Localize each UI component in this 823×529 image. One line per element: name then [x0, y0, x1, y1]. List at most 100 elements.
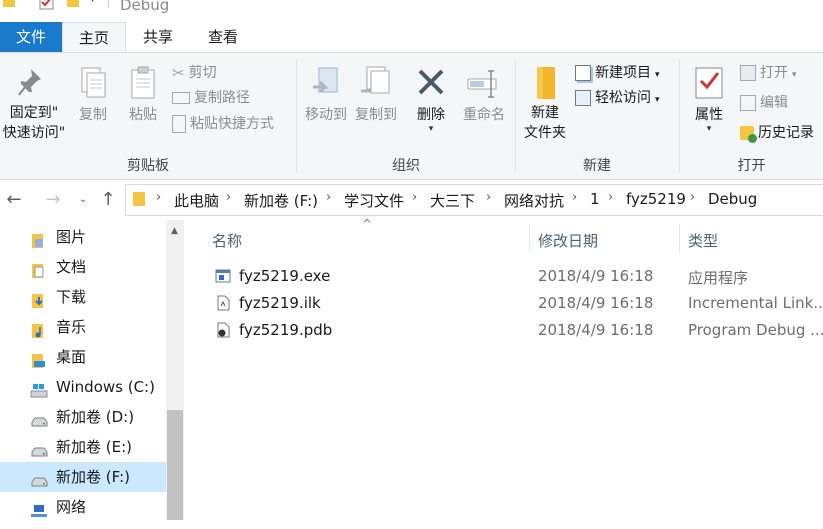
pin-label-line1: 固定到" [9, 105, 59, 121]
breadcrumb-item[interactable]: 网络对抗 [504, 190, 564, 211]
column-header-modified[interactable]: 修改日期 [538, 230, 598, 251]
copy-to-button[interactable]: 复制到 [352, 65, 400, 125]
paste-label: 粘贴 [129, 107, 157, 123]
cut-label: 剪切 [188, 65, 217, 81]
paste-button[interactable]: 粘贴 [122, 65, 164, 125]
sort-ascending-icon: ^ [362, 217, 373, 231]
nav-item[interactable]: 文档 [0, 252, 166, 282]
breadcrumb-separator-icon[interactable]: › [156, 190, 161, 205]
file-type: Incremental Link... [688, 294, 823, 312]
rename-button[interactable]: 重命名 [458, 65, 510, 125]
file-row[interactable]: fyz5219.pdb 2018/4/9 16:18 Program Debug .… [184, 317, 823, 344]
breadcrumb-item[interactable]: 大三下 [430, 190, 475, 211]
open-button[interactable]: 打开 ▾ [740, 61, 797, 85]
breadcrumb-item[interactable]: 新加卷 (F:) [244, 190, 318, 211]
easy-access-icon [575, 90, 591, 106]
history-button[interactable]: 历史记录 [740, 121, 814, 145]
breadcrumb-item[interactable]: Debug [708, 190, 757, 208]
scroll-up-icon[interactable]: ▲ [171, 226, 178, 236]
properties-label: 属性 [695, 107, 723, 123]
up-arrow-icon[interactable]: ↑ [97, 188, 119, 212]
new-folder-label-line1: 新建 [531, 105, 559, 121]
new-folder-icon [537, 67, 555, 99]
nav-item[interactable]: 下载 [0, 282, 166, 312]
breadcrumb-separator-icon[interactable]: › [572, 190, 577, 205]
breadcrumb-separator-icon[interactable]: › [690, 190, 695, 205]
clipboard-group-label: 剪贴板 [127, 158, 169, 174]
window-title: Debug [120, 0, 170, 14]
breadcrumb-item[interactable]: 此电脑 [174, 190, 219, 211]
pin-icon [18, 69, 41, 96]
copy-to-icon [361, 66, 390, 94]
column-header-name[interactable]: 名称 [212, 230, 242, 251]
nav-item[interactable]: 图片 [0, 222, 166, 252]
customize-quick-access-icon[interactable]: ▾ [90, 0, 95, 5]
new-item-button[interactable]: 新建项目 ▾ [575, 61, 660, 85]
nav-item[interactable]: 新加卷 (E:) [0, 432, 166, 462]
column-divider[interactable] [679, 224, 680, 252]
column-header-type[interactable]: 类型 [688, 230, 718, 251]
scrollbar-thumb[interactable] [167, 410, 183, 520]
breadcrumb-separator-icon[interactable]: › [608, 190, 613, 205]
nav-item[interactable]: 桌面 [0, 342, 166, 372]
move-to-label: 移动到 [305, 107, 347, 123]
nav-item[interactable]: Windows (C:) [0, 372, 166, 402]
breadcrumb-item[interactable]: 学习文件 [344, 190, 404, 211]
file-type: 应用程序 [688, 269, 749, 287]
pin-to-quick-access-button[interactable]: 固定到" 快速访问" [0, 65, 68, 143]
tab-view[interactable]: 查看 [192, 22, 254, 52]
copy-path-button[interactable]: 复制路径 [172, 86, 250, 110]
open-label: 打开 [760, 65, 788, 81]
file-list: ^ 名称 修改日期 类型 fyz5219.exe 2018/4/9 16:18 应用… [184, 217, 823, 520]
nav-item[interactable]: 网络 [0, 492, 166, 522]
delete-dropdown-icon[interactable]: ▾ [410, 125, 452, 134]
breadcrumb-item[interactable]: fyz5219 [626, 190, 686, 208]
recent-locations-chevron-icon[interactable]: ⌄ [72, 188, 94, 212]
properties-dropdown-icon[interactable]: ▾ [686, 125, 732, 134]
file-row[interactable]: fyz5219.exe 2018/4/9 16:18 应用程序 [184, 263, 823, 290]
forward-arrow-icon[interactable]: → [42, 188, 64, 212]
paste-icon [131, 66, 155, 99]
edit-button[interactable]: 编辑 [740, 91, 788, 115]
new-folder-button[interactable]: 新建 文件夹 [520, 65, 570, 143]
copy-button[interactable]: 复制 [72, 65, 114, 125]
breadcrumb-item[interactable]: 1 [590, 190, 600, 208]
copy-icon [81, 67, 106, 98]
nav-item[interactable]: 音乐 [0, 312, 166, 342]
group-separator [296, 59, 297, 173]
properties-button[interactable]: 属性 ▾ [686, 65, 732, 134]
breadcrumb-separator-icon[interactable]: › [412, 190, 417, 205]
cut-button[interactable]: ✂ 剪切 [172, 61, 217, 85]
move-to-button[interactable]: 移动到 [302, 65, 350, 125]
easy-access-button[interactable]: 轻松访问 ▾ [575, 86, 660, 110]
breadcrumb-separator-icon[interactable]: › [486, 190, 491, 205]
new-folder-quick-icon[interactable] [66, 0, 80, 8]
copy-path-icon [172, 92, 190, 104]
nav-item[interactable]: 新加卷 (F:) [0, 462, 166, 492]
delete-label: 删除 [417, 107, 445, 123]
column-divider[interactable] [529, 224, 530, 252]
tab-file[interactable]: 文件 [0, 22, 62, 52]
breadcrumb-separator-icon[interactable]: › [326, 190, 331, 205]
rename-icon [467, 70, 497, 98]
file-name: fyz5219.ilk [239, 294, 321, 312]
nav-pane-scrollbar[interactable]: ▲ [166, 220, 184, 520]
delete-button[interactable]: 删除 ▾ [410, 65, 452, 134]
back-arrow-icon[interactable]: ← [3, 188, 25, 212]
file-name: fyz5219.pdb [239, 321, 333, 339]
tab-share[interactable]: 共享 [130, 22, 186, 52]
properties-quick-icon[interactable] [38, 0, 56, 12]
address-bar[interactable]: › 此电脑 › 新加卷 (F:) › 学习文件 › 大三下 › 网络对抗 › 1 › fyz5219 › De… [125, 184, 823, 216]
tab-home[interactable]: 主页 [62, 22, 126, 53]
breadcrumb-separator-icon[interactable]: › [226, 190, 231, 205]
scissors-icon: ✂ [172, 64, 185, 82]
file-row[interactable]: fyz5219.ilk 2018/4/9 16:18 Incremental Lin… [184, 290, 823, 317]
new-item-dropdown-icon: ▾ [655, 70, 660, 80]
ribbon: 固定到" 快速访问" 复制 粘贴 ✂ 剪切 复制路径 粘贴快捷方式 剪贴板 移动到 [0, 52, 823, 180]
rename-label: 重命名 [463, 107, 505, 123]
paste-shortcut-button[interactable]: 粘贴快捷方式 [172, 112, 274, 136]
open-group-label: 打开 [737, 158, 766, 174]
nav-item[interactable]: 新加卷 (D:) [0, 402, 166, 432]
new-item-label: 新建项目 [595, 65, 651, 81]
title-bar: ▾ Debug [0, 0, 823, 20]
